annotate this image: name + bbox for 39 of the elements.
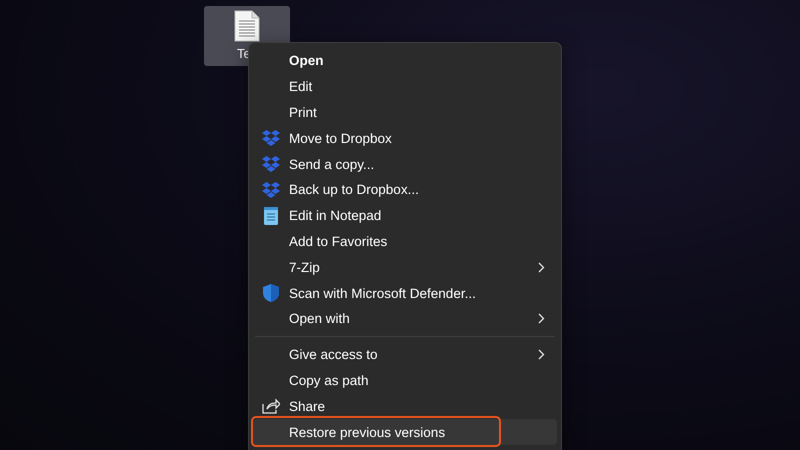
chevron-icon: [538, 262, 545, 273]
share-icon: [262, 398, 280, 414]
menu-item-label: Open with: [289, 311, 351, 326]
menu-item-label: Scan with Microsoft Defender...: [289, 286, 477, 301]
menu-item[interactable]: Scan with Microsoft Defender...: [253, 280, 557, 306]
menu-item-label: Add to Favorites: [289, 234, 388, 249]
menu-item[interactable]: Move to Dropbox: [253, 125, 557, 152]
menu-item-label: Back up to Dropbox...: [289, 182, 420, 198]
menu-item-label: Print: [289, 104, 318, 120]
notepad-icon: [264, 206, 278, 225]
menu-item[interactable]: Print: [253, 100, 557, 126]
menu-item-label: Give access to: [289, 347, 379, 362]
menu-item[interactable]: 7-Zip: [253, 254, 557, 280]
menu-item[interactable]: Restore previous versions: [253, 419, 557, 445]
dropbox-icon: [262, 156, 280, 172]
menu-item-label: Restore previous versions: [289, 424, 446, 440]
menu-item-label: Share: [289, 398, 326, 414]
menu-item[interactable]: Share: [253, 393, 557, 420]
menu-item-label: Move to Dropbox: [289, 130, 393, 146]
shield-icon: [263, 284, 279, 302]
menu-item[interactable]: Back up to Dropbox...: [253, 176, 557, 203]
document-icon: [234, 10, 260, 42]
menu-item-label: Open: [289, 53, 325, 68]
dropbox-icon: [262, 130, 280, 146]
menu-item[interactable]: Edit: [253, 74, 557, 100]
menu-item-label: Edit in Notepad: [289, 208, 382, 224]
dropbox-icon: [262, 182, 280, 198]
chevron-icon: [538, 349, 545, 360]
menu-item[interactable]: Copy as path: [253, 368, 557, 394]
menu-item-label: Send a copy...: [289, 156, 376, 172]
menu-item[interactable]: Add to Favorites: [253, 228, 557, 254]
menu-item-label: 7-Zip: [289, 260, 321, 275]
chevron-icon: [538, 313, 545, 324]
menu-item-label: Edit: [289, 79, 314, 94]
menu-item[interactable]: Edit in Notepad: [253, 202, 557, 229]
menu-item[interactable]: Open with: [253, 306, 557, 332]
menu-item[interactable]: Send a copy...: [253, 151, 557, 177]
menu-item-label: Copy as path: [289, 372, 370, 388]
menu-item[interactable]: Give access to: [253, 342, 557, 368]
